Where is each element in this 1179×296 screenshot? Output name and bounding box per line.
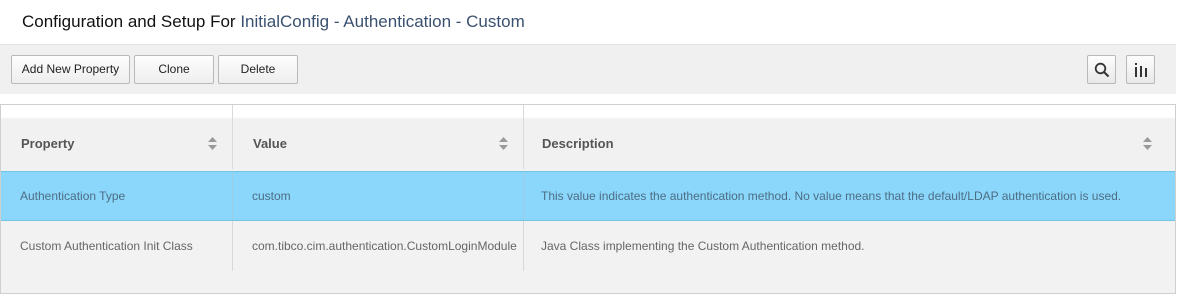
column-header-label: Value: [253, 136, 287, 151]
columns-button[interactable]: [1126, 55, 1155, 84]
description-cell: Java Class implementing the Custom Authe…: [541, 239, 865, 253]
clone-button[interactable]: Clone: [134, 55, 214, 84]
property-cell: Authentication Type: [1, 172, 233, 220]
columns-icon: [1134, 62, 1147, 77]
delete-button[interactable]: Delete: [218, 55, 298, 84]
column-header-description[interactable]: Description: [524, 105, 1175, 169]
sort-icon[interactable]: [499, 137, 508, 150]
column-header-label: Property: [21, 136, 75, 151]
add-new-property-button[interactable]: Add New Property: [11, 55, 130, 84]
config-panel: Configuration and Setup For InitialConfi…: [0, 0, 1176, 94]
search-icon: [1094, 62, 1109, 77]
title-prefix: Configuration and Setup For: [22, 12, 241, 31]
value-cell[interactable]: com.tibco.cim.authentication.CustomLogin…: [233, 221, 524, 271]
property-cell: Custom Authentication Init Class: [1, 221, 233, 271]
property-table: Property Value Description Authenticatio…: [0, 104, 1176, 294]
sort-icon[interactable]: [1143, 137, 1152, 150]
search-button[interactable]: [1087, 55, 1116, 84]
description-cell: This value indicates the authentication …: [541, 189, 1122, 203]
page-title: Configuration and Setup For InitialConfi…: [22, 12, 525, 32]
table-row[interactable]: Custom Authentication Init Class com.tib…: [1, 221, 1175, 271]
sort-icon[interactable]: [208, 137, 217, 150]
breadcrumb: InitialConfig - Authentication - Custom: [240, 12, 525, 31]
title-bar: Configuration and Setup For InitialConfi…: [0, 0, 1176, 44]
column-header-label: Description: [542, 136, 614, 151]
column-header-property[interactable]: Property: [1, 105, 233, 169]
column-header-value[interactable]: Value: [233, 105, 524, 169]
value-cell[interactable]: custom: [233, 172, 524, 220]
table-row[interactable]: Authentication Type custom This value in…: [1, 171, 1175, 221]
toolbar: Add New Property Clone Delete: [0, 44, 1176, 94]
